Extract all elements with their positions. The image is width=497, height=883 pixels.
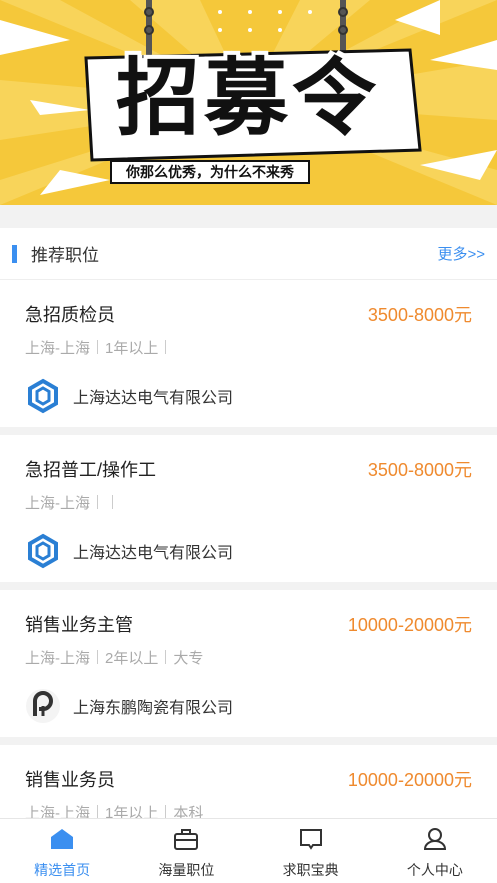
section-accent-bar (12, 244, 17, 263)
tag-divider (97, 495, 98, 509)
job-card[interactable]: 销售业务主管 10000-20000元 上海-上海 2年以上 大专 上海东鹏陶瓷… (0, 590, 497, 745)
bottom-tab-bar: 精选首页 海量职位 求职宝典 个人中心 (0, 818, 497, 883)
hexagon-logo-icon (25, 378, 61, 414)
job-card[interactable]: 急招普工/操作工 3500-8000元 上海-上海 上海达达电气有限公司 (0, 435, 497, 590)
tag-divider (97, 650, 98, 664)
hexagon-logo-icon (25, 533, 61, 569)
tag-divider (165, 650, 167, 664)
job-tags: 上海-上海 (25, 491, 472, 513)
job-tags: 上海-上海 1年以上 本科 (25, 801, 472, 818)
job-location: 上海-上海 (25, 494, 90, 512)
company-row: 上海东鹏陶瓷有限公司 (25, 688, 472, 724)
job-location: 上海-上海 (25, 649, 90, 667)
briefcase-icon (173, 827, 199, 856)
job-salary: 10000-20000元 (347, 770, 472, 790)
job-tags: 上海-上海 2年以上 大专 (25, 646, 472, 668)
job-title: 销售业务员 (25, 770, 115, 790)
job-education: 本科 (173, 804, 204, 819)
section-header: 推荐职位 更多>> (0, 228, 497, 280)
section-title: 推荐职位 (31, 246, 99, 265)
company-row: 上海达达电气有限公司 (25, 378, 472, 414)
banner-title: 招募令 (115, 49, 380, 147)
company-name: 上海达达电气有限公司 (73, 390, 234, 407)
user-icon (422, 827, 448, 856)
tab-profile[interactable]: 个人中心 (373, 819, 497, 883)
job-title: 急招质检员 (25, 305, 115, 325)
job-salary: 10000-20000元 (347, 615, 472, 635)
tab-label: 精选首页 (34, 862, 91, 878)
more-link[interactable]: 更多>> (437, 243, 485, 264)
tab-jobs[interactable]: 海量职位 (124, 819, 248, 883)
tab-label: 个人中心 (406, 862, 463, 878)
company-row: 上海达达电气有限公司 (25, 533, 472, 569)
dongpeng-logo-icon (25, 688, 61, 724)
job-experience: 2年以上 (105, 649, 159, 667)
company-name: 上海达达电气有限公司 (73, 545, 234, 562)
tab-label: 求职宝典 (282, 862, 339, 878)
job-card[interactable]: 销售业务员 10000-20000元 上海-上海 1年以上 本科 (0, 745, 497, 818)
job-tags: 上海-上海 1年以上 (25, 336, 472, 358)
banner-subtitle: 你那么优秀，为什么不来秀 (110, 160, 310, 184)
tab-guide[interactable]: 求职宝典 (249, 819, 373, 883)
job-experience: 1年以上 (105, 804, 159, 819)
tag-divider (112, 495, 113, 509)
job-experience: 1年以上 (105, 339, 159, 357)
job-card[interactable]: 急招质检员 3500-8000元 上海-上海 1年以上 上海达达电气有限公司 (0, 280, 497, 435)
tag-divider (97, 805, 98, 818)
book-icon (298, 827, 324, 856)
job-education: 大专 (173, 649, 204, 667)
tag-divider (97, 340, 98, 354)
job-location: 上海-上海 (25, 804, 90, 819)
tag-divider (165, 340, 167, 354)
recruit-banner[interactable]: 招募令 你那么优秀，为什么不来秀 (0, 0, 497, 205)
company-name: 上海东鹏陶瓷有限公司 (73, 700, 234, 717)
job-salary: 3500-8000元 (367, 305, 472, 325)
recommended-jobs-panel: 推荐职位 更多>> 急招质检员 3500-8000元 上海-上海 1年以上 上海… (0, 228, 497, 818)
home-icon (49, 827, 75, 856)
job-title: 销售业务主管 (25, 615, 133, 635)
tab-home[interactable]: 精选首页 (0, 819, 124, 883)
tab-label: 海量职位 (158, 862, 215, 878)
tag-divider (165, 805, 167, 818)
job-title: 急招普工/操作工 (25, 460, 157, 480)
job-location: 上海-上海 (25, 339, 90, 357)
job-salary: 3500-8000元 (367, 460, 472, 480)
